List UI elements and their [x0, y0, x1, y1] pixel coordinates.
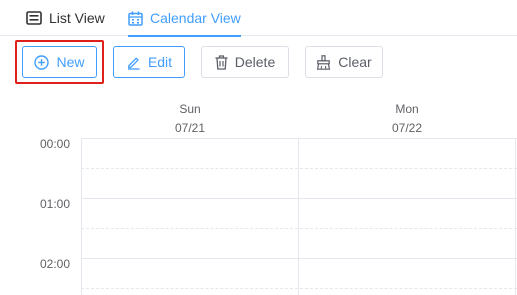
- day-weekday: Sun: [179, 102, 201, 116]
- grid-line: [81, 198, 517, 199]
- calendar-icon: [128, 11, 143, 26]
- grid-line: [298, 138, 299, 295]
- delete-button[interactable]: Delete: [201, 46, 289, 78]
- delete-button-label: Delete: [234, 54, 276, 70]
- grid-line: [81, 138, 517, 139]
- grid-line: [81, 138, 82, 295]
- grid-line: [515, 138, 516, 295]
- view-tabs: List View Calendar View: [0, 0, 517, 37]
- day-weekday: Mon: [395, 102, 419, 116]
- grid-line: [81, 288, 517, 289]
- day-date: 07/22: [391, 121, 423, 135]
- edit-icon: [126, 55, 141, 70]
- edit-button[interactable]: Edit: [113, 46, 185, 78]
- brush-icon: [316, 54, 331, 70]
- day-header-sun: Sun 07/21: [130, 100, 250, 138]
- tab-list-view-label: List View: [49, 10, 105, 26]
- grid-line: [81, 228, 517, 229]
- plus-circle-icon: [34, 54, 50, 70]
- time-label: 00:00: [40, 137, 71, 151]
- day-header-mon: Mon 07/22: [347, 100, 467, 138]
- edit-button-label: Edit: [147, 54, 173, 70]
- grid-line: [81, 258, 517, 259]
- grid-line: [81, 168, 517, 169]
- tab-calendar-view[interactable]: Calendar View: [128, 0, 241, 37]
- clear-button-label: Clear: [338, 54, 372, 70]
- new-button[interactable]: New: [22, 46, 97, 78]
- day-date: 07/21: [174, 121, 206, 135]
- calendar-grid[interactable]: [81, 138, 517, 295]
- new-button-label: New: [56, 54, 85, 70]
- trash-icon: [215, 54, 228, 70]
- list-icon: [26, 11, 42, 25]
- time-label: 01:00: [40, 197, 71, 211]
- tab-list-view[interactable]: List View: [26, 0, 105, 36]
- time-label: 02:00: [40, 257, 71, 271]
- clear-button[interactable]: Clear: [305, 46, 383, 78]
- tab-calendar-view-label: Calendar View: [150, 10, 241, 26]
